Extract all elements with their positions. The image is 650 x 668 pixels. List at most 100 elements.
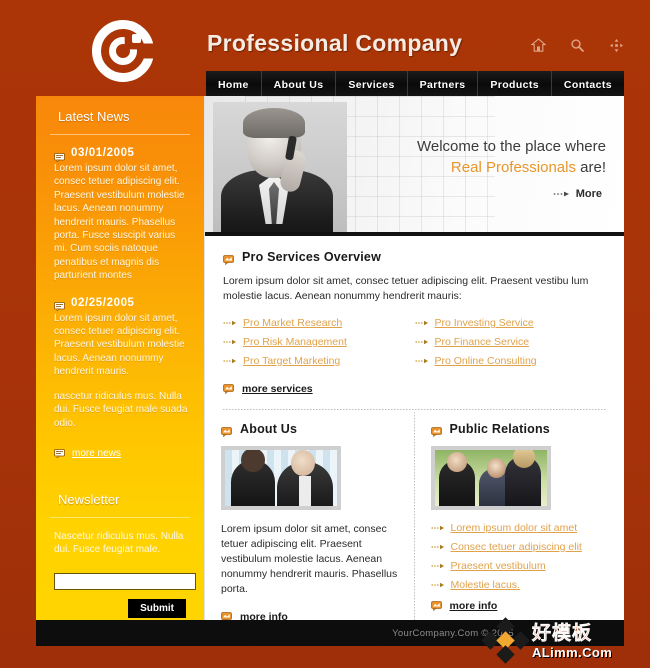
hero-line-2-rest: are!	[575, 159, 606, 176]
services-links-right: Pro Investing Service Pro Finance Servic…	[414, 317, 607, 374]
news-item: 02/25/2005 Lorem ipsum dolor sit amet, c…	[48, 297, 192, 430]
dotted-arrow-icon	[430, 541, 445, 553]
service-link[interactable]: Pro Finance Service	[414, 336, 607, 348]
news-item: 03/01/2005 Lorem ipsum dolor sit amet, c…	[48, 147, 192, 283]
nav-item-partners[interactable]: Partners	[408, 71, 479, 98]
news-body: Lorem ipsum dolor sit amet, consec tetue…	[54, 312, 185, 378]
public-relations-column: Public Relations Lorem ipsum dolor sit a…	[415, 422, 625, 638]
pr-link-label: Praesent vestibulum	[450, 560, 546, 572]
service-link[interactable]: Pro Market Research	[223, 317, 415, 329]
pr-link[interactable]: Consec tetuer adipiscing elit	[430, 541, 609, 553]
service-link-label: Pro Risk Management	[243, 336, 347, 348]
nav-item-contacts[interactable]: Contacts	[552, 71, 624, 98]
news-item-header: 02/25/2005	[54, 296, 190, 312]
service-link-label: Pro Market Research	[243, 317, 343, 329]
main-navigation: Home About Us Services Partners Products…	[206, 71, 624, 98]
dotted-arrow-icon	[430, 560, 445, 572]
business-meeting-outdoors-photo	[430, 446, 551, 510]
hero-banner: Welcome to the place where Real Professi…	[205, 96, 624, 236]
services-title: Pro Services Overview	[242, 250, 382, 264]
pr-link-list: Lorem ipsum dolor sit amet Consec tetuer…	[430, 522, 609, 591]
speech-bubble-icon	[54, 449, 65, 459]
pr-link[interactable]: Lorem ipsum dolor sit amet	[430, 522, 609, 534]
main-content: Welcome to the place where Real Professi…	[204, 96, 624, 642]
pr-link[interactable]: Molestie lacus.	[430, 579, 609, 591]
newsletter-email-input[interactable]	[54, 572, 196, 590]
news-date: 03/01/2005	[71, 147, 135, 159]
header-icon-group	[531, 38, 624, 53]
dotted-arrow-icon	[414, 317, 429, 329]
pr-link-label: Molestie lacus.	[450, 579, 520, 591]
nav-item-home[interactable]: Home	[206, 71, 262, 98]
sitemap-icon[interactable]	[609, 38, 624, 53]
services-intro: Lorem ipsum dolor sit amet, consec tetue…	[223, 275, 589, 302]
orange-tag-icon	[430, 601, 442, 612]
two-businessmen-photo	[221, 446, 341, 510]
page-root: Professional Company Home About Us Servi…	[0, 0, 650, 668]
orange-tag-icon	[430, 424, 442, 438]
news-date: 02/25/2005	[71, 296, 135, 309]
dotted-arrow-icon	[223, 355, 237, 367]
newsletter-submit-button[interactable]: Submit	[128, 598, 186, 618]
nav-item-about-us[interactable]: About Us	[262, 71, 337, 98]
more-news-label: more news	[72, 447, 121, 459]
more-services-link[interactable]: more services	[223, 383, 606, 395]
company-c-logo[interactable]	[92, 20, 154, 82]
dotted-arrow-icon	[430, 579, 445, 591]
about-title: About Us	[240, 422, 298, 436]
watermark-latin: ALimm.Com	[532, 644, 613, 660]
pr-link-label: Lorem ipsum dolor sit amet	[450, 522, 578, 534]
newsletter-text: Nascetur ridiculus mus. Nulla dui. Fusce…	[54, 530, 184, 556]
hero-line-1: Welcome to the place where	[417, 138, 606, 155]
dotted-arrow-icon	[414, 355, 429, 367]
hero-more-label: More	[575, 188, 602, 200]
dotted-arrow-icon	[223, 317, 237, 329]
hero-more-link[interactable]: More	[553, 188, 602, 200]
dotted-arrow-icon	[430, 522, 445, 534]
dotted-arrow-icon	[223, 336, 237, 348]
hero-accent-text: Real Professionals	[450, 159, 576, 176]
hero-text-block: Welcome to the place where Real Professi…	[417, 136, 606, 178]
service-link-label: Pro Target Marketing	[243, 355, 341, 367]
more-news-link[interactable]: more news	[48, 444, 192, 459]
orange-tag-icon	[223, 252, 234, 266]
news-body-secondary: nascetur ridiculus mus. Nulla dui. Fusce…	[54, 390, 188, 429]
newsletter-section: Newsletter Nascetur ridiculus mus. Nulla…	[48, 479, 196, 618]
pr-more-label: more info	[449, 600, 498, 612]
search-icon[interactable]	[570, 38, 585, 53]
orange-tag-icon	[223, 384, 234, 395]
services-links-left: Pro Market Research Pro Risk Management …	[223, 317, 415, 374]
speech-bubble-icon	[54, 149, 65, 163]
pr-link[interactable]: Praesent vestibulum	[430, 560, 609, 572]
dotted-arrow-icon	[553, 188, 571, 200]
pr-link-label: Consec tetuer adipiscing elit	[450, 541, 582, 553]
about-heading-row: About Us	[221, 422, 399, 438]
content-frame: Latest News 03/01/2005 Lorem ipsum dolor	[36, 96, 624, 642]
latest-news-heading: Latest News	[58, 109, 130, 124]
home-icon[interactable]	[531, 38, 546, 53]
copyright-text: YourCompany.Com © 2005	[392, 627, 514, 639]
service-link-label: Pro Finance Service	[434, 336, 530, 348]
service-link[interactable]: Pro Online Consulting	[414, 355, 607, 367]
about-body: Lorem ipsum dolor sit amet, consec tetue…	[221, 523, 398, 595]
nav-item-services[interactable]: Services	[336, 71, 408, 98]
pr-more-info-link[interactable]: more info	[430, 600, 609, 612]
about-us-column: About Us Lorem ipsum dolor sit amet, con…	[205, 412, 415, 642]
orange-tag-icon	[221, 424, 232, 438]
logo-dot	[132, 34, 141, 43]
more-services-label: more services	[242, 383, 313, 395]
sidebar: Latest News 03/01/2005 Lorem ipsum dolor	[36, 96, 204, 620]
nav-item-products[interactable]: Products	[478, 71, 552, 98]
services-heading-row: Pro Services Overview	[223, 250, 606, 266]
news-body: Lorem ipsum dolor sit amet, consec tetue…	[54, 163, 185, 282]
bottom-columns: About Us Lorem ipsum dolor sit amet, con…	[205, 410, 625, 642]
hero-line-2: Real Professionals are!	[417, 157, 606, 178]
service-link[interactable]: Pro Risk Management	[223, 336, 415, 348]
speech-bubble-icon	[54, 298, 65, 312]
service-link[interactable]: Pro Investing Service	[414, 317, 607, 329]
businessman-on-phone-photo	[213, 102, 347, 232]
service-link-label: Pro Online Consulting	[434, 355, 537, 367]
page-title: Professional Company	[207, 30, 463, 56]
services-link-columns: Pro Market Research Pro Risk Management …	[223, 317, 606, 374]
service-link[interactable]: Pro Target Marketing	[223, 355, 415, 367]
